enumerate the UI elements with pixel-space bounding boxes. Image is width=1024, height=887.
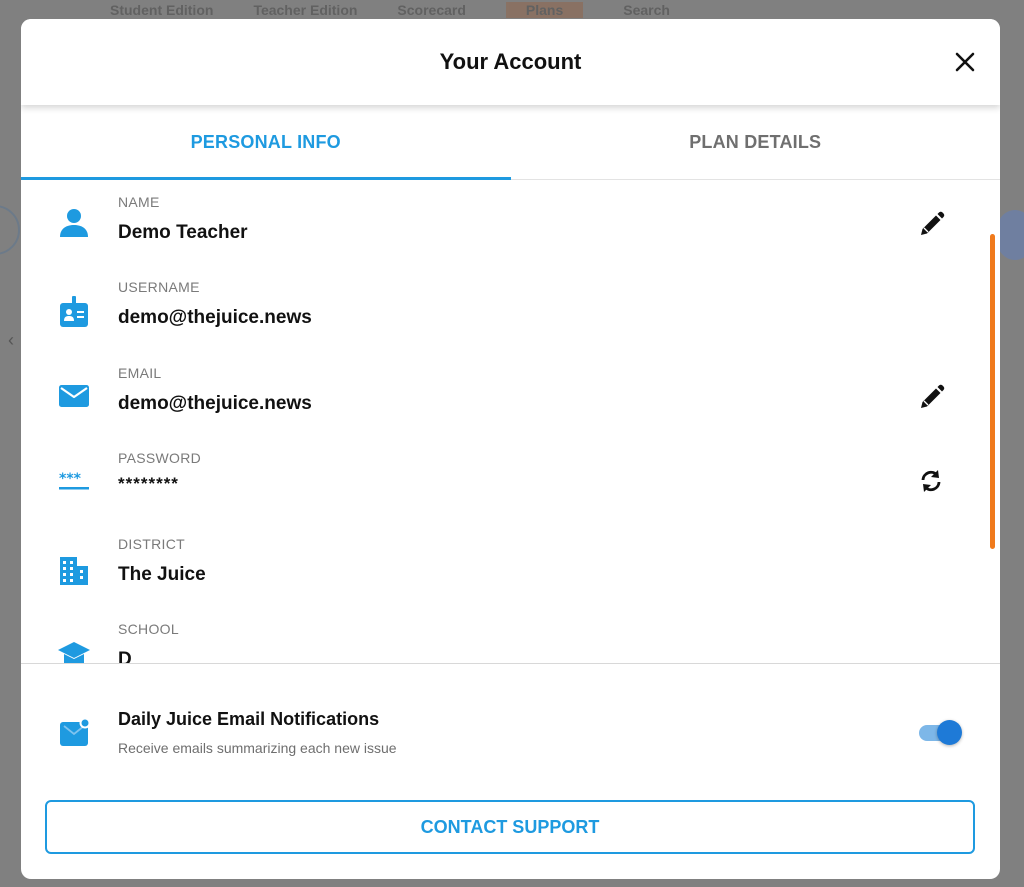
mail-icon <box>59 385 89 407</box>
field-name: NAME Demo Teacher <box>21 188 981 274</box>
refresh-icon <box>921 470 941 492</box>
building-icon <box>60 557 88 585</box>
edit-email-button[interactable] <box>916 383 946 413</box>
close-button[interactable] <box>952 49 978 75</box>
close-icon <box>955 52 975 72</box>
notification-icon <box>60 718 91 746</box>
bg-circle <box>0 205 20 255</box>
field-label: SCHOOL <box>118 621 179 637</box>
tab-plan-details[interactable]: PLAN DETAILS <box>511 105 1001 179</box>
tab-personal-info[interactable]: PERSONAL INFO <box>21 105 511 180</box>
bg-nav-plans: Plans <box>505 2 584 18</box>
pencil-icon <box>921 384 945 408</box>
field-email: EMAIL demo@thejuice.news <box>21 359 981 445</box>
toggle-knob <box>937 720 962 745</box>
edit-name-button[interactable] <box>916 210 946 240</box>
field-label: USERNAME <box>118 279 200 295</box>
bg-nav-student: Student Edition <box>110 2 214 18</box>
field-school: SCHOOL D <box>21 615 981 664</box>
modal-header: Your Account <box>21 19 1000 105</box>
badge-icon <box>60 296 88 327</box>
password-icon: *** <box>59 471 89 490</box>
email-notifications-toggle[interactable] <box>917 719 965 749</box>
field-label: NAME <box>118 194 160 210</box>
modal-title: Your Account <box>439 49 582 74</box>
bg-nav-scorecard: Scorecard <box>397 2 466 18</box>
background-nav: Student Edition Teacher Edition Scorecar… <box>0 0 1024 18</box>
person-icon <box>60 209 88 237</box>
field-value: ******** <box>118 474 179 493</box>
notification-title: Daily Juice Email Notifications <box>118 709 380 729</box>
change-password-button[interactable] <box>916 466 946 496</box>
bg-nav-search: Search <box>623 2 670 18</box>
field-value: Demo Teacher <box>118 222 248 243</box>
field-value: demo@thejuice.news <box>118 307 312 328</box>
email-notifications-row: Daily Juice Email Notifications Receive … <box>21 664 1000 784</box>
field-value: The Juice <box>118 564 206 585</box>
field-label: DISTRICT <box>118 536 185 552</box>
scrollbar-thumb[interactable] <box>990 234 995 549</box>
tab-bar: PERSONAL INFO PLAN DETAILS <box>21 105 1000 180</box>
field-password: *** PASSWORD ******** <box>21 444 981 530</box>
field-label: EMAIL <box>118 365 162 381</box>
svg-text:***: *** <box>59 471 82 487</box>
school-icon <box>58 642 90 663</box>
personal-info-list[interactable]: NAME Demo Teacher USERNAME demo@thejuice… <box>21 180 1000 664</box>
notification-subtitle: Receive emails summarizing each new issu… <box>118 740 397 756</box>
bg-nav-teacher: Teacher Edition <box>253 2 358 18</box>
pencil-icon <box>921 211 945 235</box>
field-username: USERNAME demo@thejuice.news <box>21 273 981 359</box>
contact-support-button[interactable]: CONTACT SUPPORT <box>45 800 975 854</box>
field-value: D <box>118 649 132 664</box>
chevron-left-icon: ‹ <box>8 330 14 350</box>
account-modal: Your Account PERSONAL INFO PLAN DETAILS … <box>21 19 1000 879</box>
field-value: demo@thejuice.news <box>118 393 312 414</box>
field-district: DISTRICT The Juice <box>21 530 981 616</box>
field-label: PASSWORD <box>118 450 202 466</box>
